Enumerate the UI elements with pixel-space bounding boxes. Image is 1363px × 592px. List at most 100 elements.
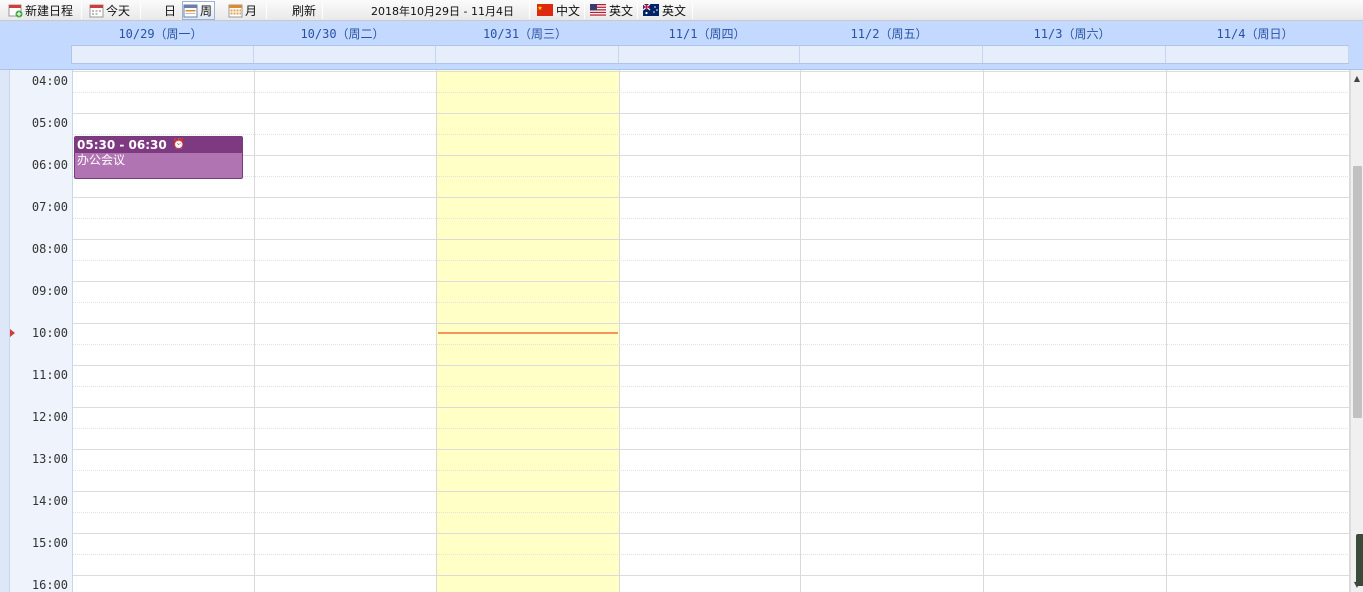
lang-zh-label: 中文 [556, 4, 581, 18]
lang-en-us-button[interactable]: 英文 [590, 0, 633, 21]
time-label: 16:00 [31, 578, 68, 592]
hour-line [73, 239, 1350, 240]
all-day-cell[interactable] [983, 46, 1166, 63]
us-flag-icon [590, 3, 607, 18]
all-day-cell[interactable] [1166, 46, 1349, 63]
all-day-row[interactable] [71, 45, 1349, 64]
alarm-clock-icon: ⏰ [172, 139, 186, 150]
hour-line [73, 197, 1350, 198]
left-strip [0, 70, 10, 592]
day-header[interactable]: 11/2（周五） [798, 21, 981, 45]
hour-line [73, 323, 1350, 324]
date-range-display: 2018年10月29日 - 11月4日 [371, 0, 514, 21]
time-label: 12:00 [31, 410, 68, 424]
all-day-cell[interactable] [254, 46, 436, 63]
time-label: 06:00 [31, 158, 68, 172]
time-label: 10:00 [31, 326, 68, 340]
view-day-label: 日 [164, 4, 177, 18]
hour-line [73, 533, 1350, 534]
half-hour-line [73, 344, 1350, 345]
vertical-scrollbar[interactable]: ▲ ▼ [1350, 70, 1363, 592]
view-week-label: 周 [200, 4, 213, 18]
toolbar-separator [322, 2, 323, 19]
current-time-marker-icon [10, 329, 15, 337]
time-label: 07:00 [31, 200, 68, 214]
new-event-button[interactable]: 新建日程 [8, 0, 73, 21]
today-button[interactable]: 今天 [89, 0, 130, 21]
toolbar-separator [584, 2, 585, 19]
hour-line [73, 155, 1350, 156]
all-day-cell[interactable] [72, 46, 254, 63]
half-hour-line [73, 260, 1350, 261]
time-gutter: 04:00 05:00 06:00 07:00 08:00 09:00 10:00 11:00… [10, 70, 73, 592]
time-label: 15:00 [31, 536, 68, 550]
scroll-up-arrow-icon[interactable]: ▲ [1351, 70, 1363, 86]
all-day-cell[interactable] [800, 46, 983, 63]
half-hour-line [73, 218, 1350, 219]
lang-en-au-button[interactable]: 英文 [643, 0, 686, 21]
day-column[interactable] [801, 70, 984, 592]
week-header: 10/29（周一） 10/30（周二） 10/31（周三） 11/1（周四） 11/2（… [0, 21, 1363, 70]
calendar-week-icon [183, 3, 198, 18]
calendar-event[interactable]: 05:30 - 06:30 ⏰ 办公会议 [74, 136, 243, 179]
hour-line [73, 449, 1350, 450]
half-hour-line [73, 176, 1350, 177]
refresh-button[interactable]: 刷新 [292, 0, 316, 21]
view-day-button[interactable]: 日 [164, 0, 176, 21]
day-column[interactable] [1167, 70, 1350, 592]
view-month-button[interactable]: 月 [228, 0, 257, 21]
hour-line [73, 113, 1350, 114]
half-hour-line [73, 428, 1350, 429]
day-header[interactable]: 10/29（周一） [70, 21, 252, 45]
hour-line [73, 491, 1350, 492]
event-title: 办公会议 [77, 153, 126, 167]
hour-line [73, 575, 1350, 576]
calendar-add-icon [8, 3, 23, 18]
day-header[interactable]: 11/4（周日） [1164, 21, 1347, 45]
event-time: 05:30 - 06:30 [77, 138, 167, 152]
calendar-month-icon [228, 3, 243, 18]
toolbar: 新建日程 今天 日 周 月 刷新 2018年10月29日 - 11月4日 中文 [0, 0, 1363, 21]
time-label: 04:00 [31, 74, 68, 88]
half-hour-line [73, 134, 1350, 135]
toolbar-separator [81, 2, 82, 19]
current-time-line [438, 332, 618, 334]
all-day-cell[interactable] [436, 46, 619, 63]
hour-line [73, 71, 1350, 72]
half-hour-line [73, 554, 1350, 555]
day-column[interactable] [255, 70, 437, 592]
day-header[interactable]: 11/3（周六） [981, 21, 1164, 45]
toolbar-separator [266, 2, 267, 19]
view-month-label: 月 [245, 4, 258, 18]
day-column-today[interactable] [437, 70, 620, 592]
scrollbar-thumb[interactable] [1353, 166, 1362, 418]
today-label: 今天 [106, 4, 131, 18]
event-time-header: 05:30 - 06:30 ⏰ [75, 137, 242, 153]
lang-zh-button[interactable]: 中文 [537, 0, 580, 21]
date-range-label: 2018年10月29日 - 11月4日 [371, 4, 514, 18]
time-grid[interactable] [73, 70, 1350, 592]
hour-line [73, 281, 1350, 282]
toolbar-separator [529, 2, 530, 19]
day-header[interactable]: 10/30（周二） [252, 21, 434, 45]
view-week-button[interactable]: 周 [182, 1, 216, 20]
day-column[interactable] [984, 70, 1167, 592]
time-label: 13:00 [31, 452, 68, 466]
day-header[interactable]: 11/1（周四） [617, 21, 798, 45]
time-label: 08:00 [31, 242, 68, 256]
time-label: 05:00 [31, 116, 68, 130]
day-header[interactable]: 10/31（周三） [434, 21, 617, 45]
half-hour-line [73, 92, 1350, 93]
lang-en-au-label: 英文 [662, 4, 687, 18]
half-hour-line [73, 302, 1350, 303]
toolbar-separator [637, 2, 638, 19]
new-event-label: 新建日程 [25, 4, 74, 18]
china-flag-icon [537, 3, 554, 18]
refresh-label: 刷新 [292, 4, 317, 18]
half-hour-line [73, 512, 1350, 513]
time-label: 09:00 [31, 284, 68, 298]
australia-flag-icon [643, 3, 660, 18]
time-label: 14:00 [31, 494, 68, 508]
all-day-cell[interactable] [619, 46, 800, 63]
day-column[interactable] [620, 70, 801, 592]
